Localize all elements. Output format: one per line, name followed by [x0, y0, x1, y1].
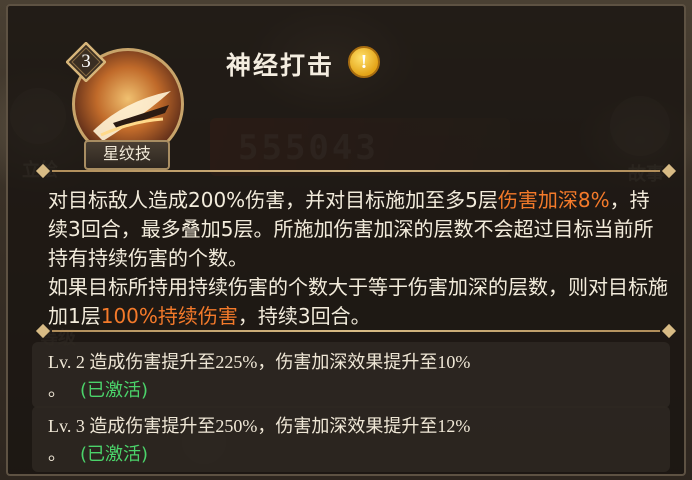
level-activated-status: (已激活) [80, 444, 149, 465]
desc-text-2b: ，持续3回合。 [237, 304, 371, 328]
level-upgrade-text: Lv. 3 造成伤害提升至250%，伤害加深效果提升至12% [48, 416, 471, 436]
skill-level-badge: 3 [65, 41, 107, 83]
level-upgrade-row: Lv. 3 造成伤害提升至250%，伤害加深效果提升至12% 。 (已激活) [32, 406, 670, 472]
skill-description: 对目标敌人造成200%伤害，并对目标施加至多5层伤害加深8%，持续3回合，最多叠… [48, 186, 668, 331]
bottom-divider [35, 323, 677, 339]
desc-text-1a: 对目标敌人造成200%伤害，并对目标施加至多5层 [48, 188, 498, 212]
skill-name: 神经打击 [226, 51, 335, 80]
level-upgrade-text: Lv. 2 造成伤害提升至225%，伤害加深效果提升至10% [48, 352, 471, 372]
skill-level-number: 3 [81, 51, 91, 72]
desc-highlight-damage-amp: 伤害加深8% [497, 188, 610, 212]
skill-tooltip-panel: 3 星纹技 神经打击 ! 对目标敌人造成200%伤害，并对目标施加至多5层伤害加… [6, 4, 686, 476]
level-upgrade-tail: 。 [48, 444, 66, 464]
level-upgrade-row: Lv. 2 造成伤害提升至225%，伤害加深效果提升至10% 。 (已激活) [32, 342, 670, 408]
level-upgrade-line2: 。 (已激活) [48, 440, 148, 466]
top-divider [35, 163, 677, 179]
level-upgrade-line2: 。 (已激活) [48, 376, 148, 402]
level-activated-status: (已激活) [80, 380, 149, 401]
exclamation-info-icon[interactable]: ! [348, 46, 380, 78]
level-upgrade-tail: 。 [48, 380, 66, 400]
desc-highlight-dot: 100%持续伤害 [100, 304, 238, 328]
